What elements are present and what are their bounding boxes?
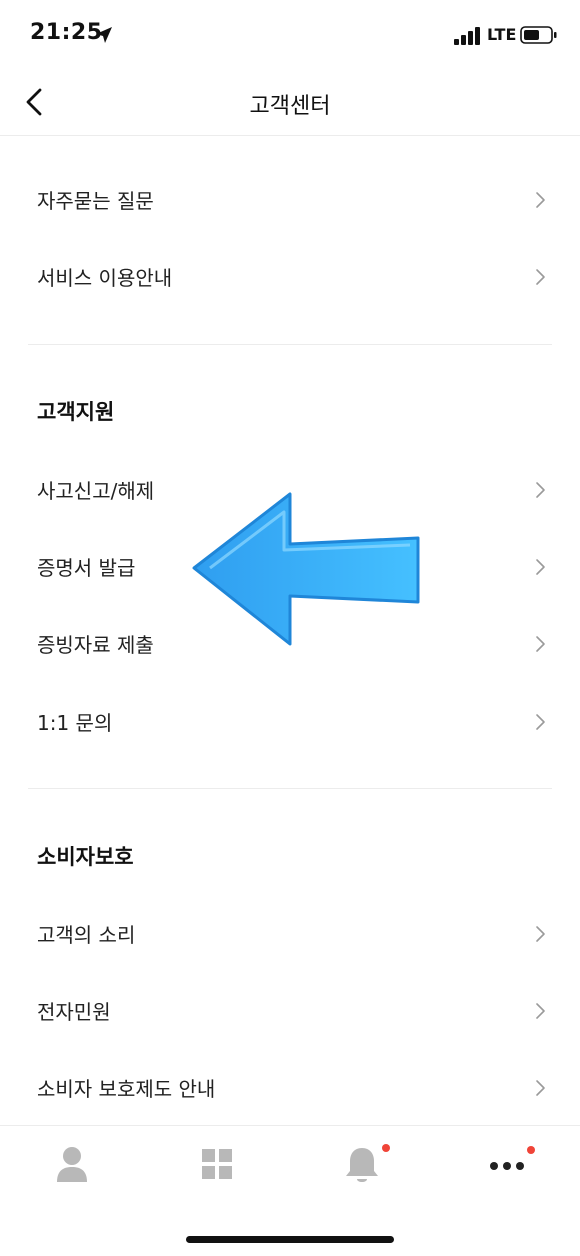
section-divider bbox=[28, 344, 552, 345]
menu-item-label: 서비스 이용안내 bbox=[37, 266, 173, 290]
status-bar: 21:25 LTE bbox=[0, 0, 580, 70]
location-arrow-icon bbox=[96, 27, 112, 43]
tab-notifications[interactable] bbox=[332, 1144, 392, 1188]
menu-item-customer-voice[interactable]: 고객의 소리 bbox=[0, 898, 580, 968]
notification-badge bbox=[527, 1146, 535, 1154]
tab-menu[interactable] bbox=[187, 1144, 247, 1188]
chevron-right-icon bbox=[536, 1080, 545, 1096]
menu-item-label: 고객의 소리 bbox=[37, 923, 136, 947]
chevron-right-icon bbox=[536, 926, 545, 942]
person-icon bbox=[57, 1147, 87, 1182]
page-title: 고객센터 bbox=[249, 94, 331, 119]
tab-more[interactable] bbox=[477, 1144, 537, 1188]
chevron-right-icon bbox=[536, 559, 545, 575]
menu-item-label: 증빙자료 제출 bbox=[37, 633, 154, 657]
menu-item-label: 사고신고/해제 bbox=[37, 479, 155, 503]
menu-item-inquiry[interactable]: 1:1 문의 bbox=[0, 686, 580, 756]
chevron-right-icon bbox=[536, 1003, 545, 1019]
menu-item-faq[interactable]: 자주묻는 질문 bbox=[0, 164, 580, 234]
arrow-annotation-icon bbox=[192, 492, 420, 646]
home-indicator bbox=[186, 1236, 394, 1243]
section-header-consumer: 소비자보호 bbox=[37, 845, 134, 869]
chevron-right-icon bbox=[536, 192, 545, 208]
menu-item-consumer-protection-guide[interactable]: 소비자 보호제도 안내 bbox=[0, 1052, 580, 1122]
chevron-right-icon bbox=[536, 714, 545, 730]
menu-item-label: 증명서 발급 bbox=[37, 556, 136, 580]
section-header-support: 고객지원 bbox=[37, 400, 115, 424]
network-label: LTE bbox=[487, 25, 517, 44]
section-divider bbox=[28, 788, 552, 789]
menu-item-service-guide[interactable]: 서비스 이용안내 bbox=[0, 241, 580, 311]
tab-profile[interactable] bbox=[42, 1144, 102, 1188]
menu-item-label: 전자민원 bbox=[37, 1000, 111, 1024]
chevron-right-icon bbox=[536, 482, 545, 498]
menu-item-label: 소비자 보호제도 안내 bbox=[37, 1077, 216, 1101]
navigation-bar: 고객센터 bbox=[0, 70, 580, 136]
battery-icon bbox=[520, 26, 557, 44]
signal-icon bbox=[454, 27, 480, 45]
notification-badge bbox=[382, 1144, 390, 1152]
status-time: 21:25 bbox=[30, 20, 103, 45]
menu-item-e-complaint[interactable]: 전자민원 bbox=[0, 975, 580, 1045]
grid-icon bbox=[202, 1149, 232, 1179]
menu-item-label: 자주묻는 질문 bbox=[37, 189, 154, 213]
chevron-right-icon bbox=[536, 636, 545, 652]
chevron-right-icon bbox=[536, 269, 545, 285]
menu-item-label: 1:1 문의 bbox=[37, 711, 113, 735]
